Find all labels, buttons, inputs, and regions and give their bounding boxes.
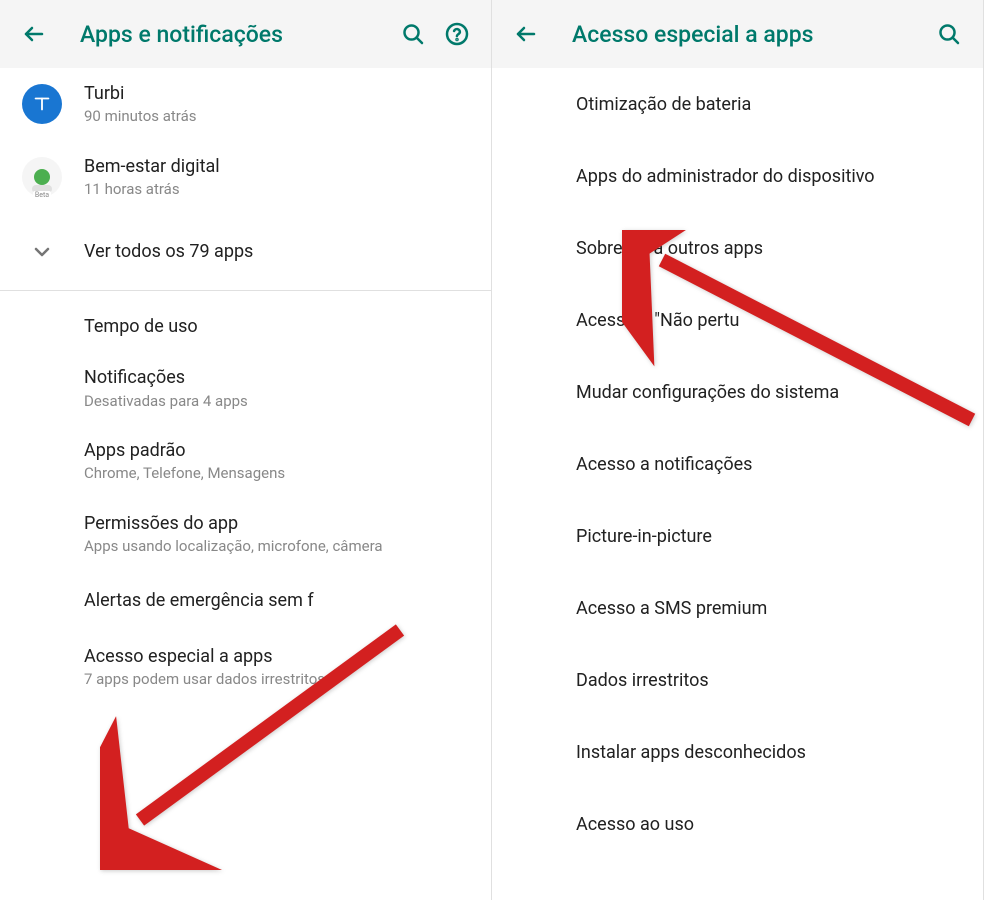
app-item-sub: 11 horas atrás [84,180,471,200]
search-button-right[interactable] [927,12,971,56]
item-dados-irrestritos[interactable]: Dados irrestritos [492,644,983,716]
help-button-left[interactable] [435,12,479,56]
item-label: Otimização de bateria [576,94,751,115]
item-picture-in-picture[interactable]: Picture-in-picture [492,500,983,572]
section-title: Apps padrão [84,439,407,462]
turbi-app-icon [20,82,64,126]
back-arrow-icon [22,22,46,46]
item-mudar-config-sistema[interactable]: Mudar configurações do sistema [492,356,983,428]
item-label: Apps do administrador do dispositivo [576,166,875,187]
item-acesso-uso[interactable]: Acesso ao uso [492,788,983,860]
section-notificacoes[interactable]: Notificações Desativadas para 4 apps [0,352,491,425]
left-content: Turbi 90 minutos atrás Beta Bem-estar di… [0,68,491,900]
item-label: Acesso ao uso [576,814,694,835]
item-sms-premium[interactable]: Acesso a SMS premium [492,572,983,644]
back-arrow-icon [514,22,538,46]
section-sub: Desativadas para 4 apps [84,392,407,412]
app-item-title: Turbi [84,82,471,105]
item-label: Acesso a "Não pertu [576,310,739,331]
section-title: Alertas de emergência sem f [84,589,407,612]
item-sobrepor-apps[interactable]: Sobrepor a outros apps [492,212,983,284]
app-item-text: Turbi 90 minutos atrás [84,82,471,127]
right-screen: Acesso especial a apps Otimização de bat… [492,0,984,900]
section-acesso-especial[interactable]: Acesso especial a apps 7 apps podem usar… [0,631,491,704]
app-item-turbi[interactable]: Turbi 90 minutos atrás [0,68,491,141]
section-title: Tempo de uso [84,315,407,338]
chevron-down-icon [20,230,64,274]
left-screen: Apps e notificações Turbi 90 minutos atr… [0,0,492,900]
left-page-title: Apps e notificações [80,21,391,48]
help-icon [445,22,469,46]
item-label: Acesso a notificações [576,454,752,475]
section-title: Permissões do app [84,512,407,535]
wellbeing-app-icon: Beta [20,155,64,199]
right-page-title: Acesso especial a apps [572,21,927,48]
section-sub: Apps usando localização, microfone, câme… [84,537,407,557]
item-label: Instalar apps desconhecidos [576,742,806,763]
item-label: Dados irrestritos [576,670,709,691]
app-item-title: Bem-estar digital [84,155,471,178]
item-otimizacao-bateria[interactable]: Otimização de bateria [492,68,983,140]
item-label: Sobrepor a outros apps [576,238,763,259]
see-all-apps[interactable]: Ver todos os 79 apps [0,214,491,290]
see-all-apps-text: Ver todos os 79 apps [84,241,253,262]
left-header: Apps e notificações [0,0,491,68]
item-label: Mudar configurações do sistema [576,382,839,403]
item-label: Picture-in-picture [576,526,712,547]
section-apps-padrao[interactable]: Apps padrão Chrome, Telefone, Mensagens [0,425,491,498]
search-button-left[interactable] [391,12,435,56]
right-content: Otimização de bateria Apps do administra… [492,68,983,900]
section-permissoes[interactable]: Permissões do app Apps usando localizaçã… [0,498,491,571]
item-instalar-desconhecidos[interactable]: Instalar apps desconhecidos [492,716,983,788]
section-tempo-de-uso[interactable]: Tempo de uso [0,291,491,352]
section-title: Acesso especial a apps [84,645,407,668]
app-item-sub: 90 minutos atrás [84,107,471,127]
app-item-wellbeing[interactable]: Beta Bem-estar digital 11 horas atrás [0,141,491,214]
back-button-left[interactable] [12,12,56,56]
app-item-text: Bem-estar digital 11 horas atrás [84,155,471,200]
section-alertas-emergencia[interactable]: Alertas de emergência sem f [0,571,491,631]
item-apps-administrador[interactable]: Apps do administrador do dispositivo [492,140,983,212]
search-icon [401,22,425,46]
right-header: Acesso especial a apps [492,0,983,68]
section-sub: 7 apps podem usar dados irrestritos [84,670,407,690]
item-acesso-notificacoes[interactable]: Acesso a notificações [492,428,983,500]
section-sub: Chrome, Telefone, Mensagens [84,464,407,484]
item-nao-perturbe[interactable]: Acesso a "Não pertu [492,284,983,356]
back-button-right[interactable] [504,12,548,56]
section-title: Notificações [84,366,407,389]
item-label: Acesso a SMS premium [576,598,767,619]
search-icon [937,22,961,46]
